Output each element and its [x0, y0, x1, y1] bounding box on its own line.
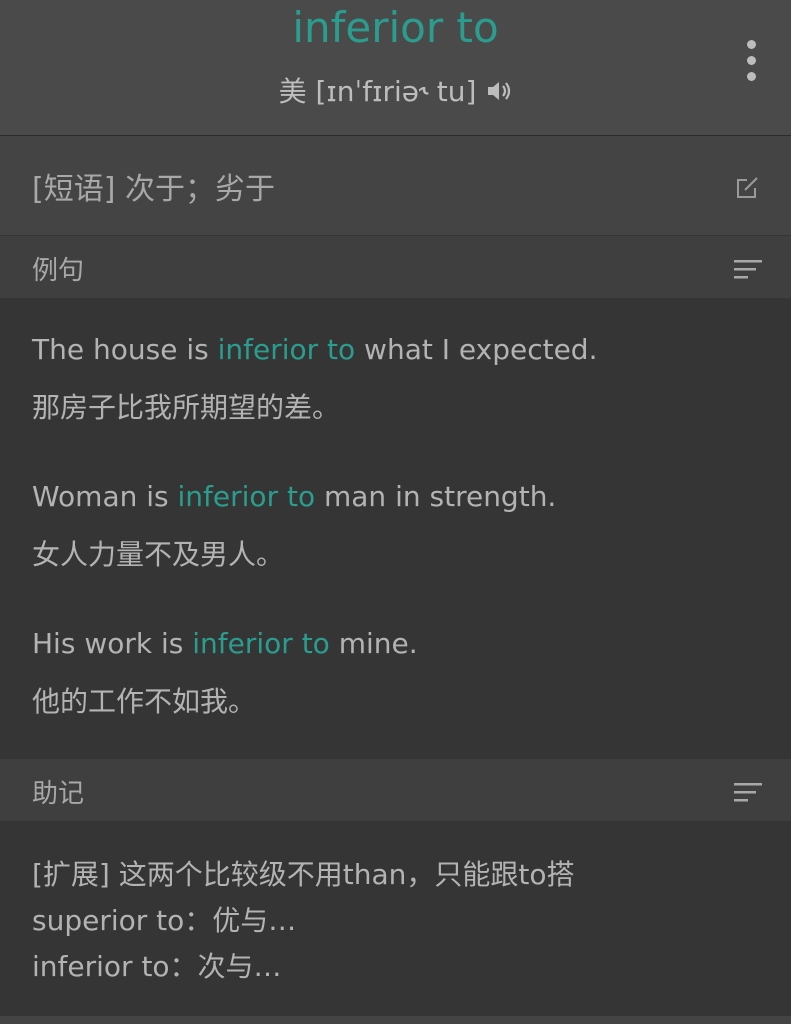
definition-text: [短语] 次于；劣于 — [32, 172, 275, 207]
example-cn: 那房子比我所期望的差。 — [32, 391, 341, 424]
word-header: inferior to 美 [ɪnˈfɪriə˞ tu] — [0, 0, 791, 136]
memo-section-header: 助记 — [0, 759, 791, 821]
example-en: His work is inferior to mine. — [32, 627, 418, 660]
example-item: Woman is inferior to man in strength. 女人… — [32, 477, 556, 575]
more-vertical-icon[interactable] — [741, 40, 761, 88]
memo-line: superior to：优与… — [32, 904, 297, 937]
sort-lines-icon[interactable] — [733, 781, 763, 807]
examples-list: The house is inferior to what I expected… — [0, 298, 791, 758]
memo-title: 助记 — [32, 779, 85, 809]
memo-content: [扩展] 这两个比较级不用than，只能跟to搭 superior to：优与…… — [0, 821, 791, 1016]
phonetic-row: 美 [ɪnˈfɪriə˞ tu] — [0, 72, 791, 113]
example-highlight: inferior to — [177, 480, 316, 513]
example-item: His work is inferior to mine. 他的工作不如我。 — [32, 624, 418, 722]
example-en: Woman is inferior to man in strength. — [32, 480, 557, 513]
memo-line: inferior to：次与… — [32, 950, 282, 983]
examples-section-header: 例句 — [0, 236, 791, 298]
sort-lines-icon[interactable] — [733, 258, 763, 284]
example-item: The house is inferior to what I expected… — [32, 330, 597, 428]
example-en: The house is inferior to what I expected… — [32, 333, 598, 366]
examples-title: 例句 — [32, 256, 85, 286]
example-cn: 女人力量不及男人。 — [32, 538, 285, 571]
example-highlight: inferior to — [217, 333, 356, 366]
headword: inferior to — [292, 3, 499, 52]
edit-icon[interactable] — [735, 174, 761, 204]
memo-line: [扩展] 这两个比较级不用than，只能跟to搭 — [32, 858, 575, 891]
example-cn: 他的工作不如我。 — [32, 685, 257, 718]
definition-row: [短语] 次于；劣于 — [0, 136, 791, 235]
speaker-icon[interactable] — [486, 73, 512, 113]
bottom-divider — [0, 1016, 791, 1024]
phonetic-text: 美 [ɪnˈfɪriə˞ tu] — [278, 75, 477, 108]
example-highlight: inferior to — [192, 627, 330, 660]
